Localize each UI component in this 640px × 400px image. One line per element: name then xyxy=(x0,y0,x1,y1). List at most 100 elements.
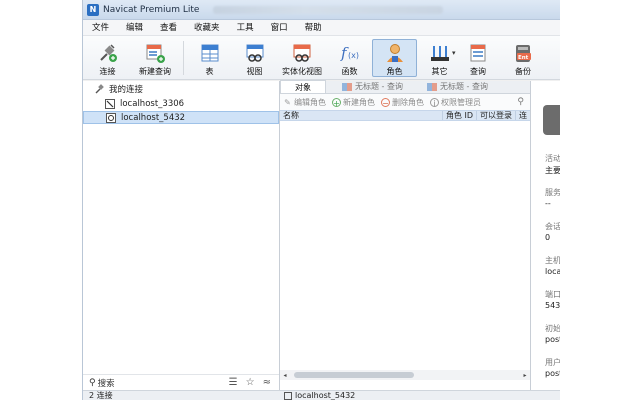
info-value-activity: 主要数 xyxy=(545,166,560,175)
connection-plug-icon xyxy=(95,83,104,93)
favorite-star-icon[interactable]: ☆ xyxy=(246,377,255,388)
connection-label: localhost_5432 xyxy=(121,112,186,123)
window-title: Navicat Premium Lite xyxy=(103,4,200,15)
toolbar-connect-button[interactable]: 连接 xyxy=(85,39,130,77)
toolbar-connect-label: 连接 xyxy=(99,67,116,76)
toolbar-new-query-button[interactable]: 新建查询 xyxy=(130,39,180,77)
tab-objects[interactable]: 对象 xyxy=(280,80,326,93)
info-label-host: 主机 xyxy=(545,256,560,265)
delete-role-label: 删除角色 xyxy=(392,97,424,107)
backup-icon: Ent xyxy=(512,42,534,64)
roles-grid-header: 名称 角色 ID 可以登录 连 xyxy=(280,110,530,121)
toolbar-view-label: 视图 xyxy=(246,67,263,76)
column-header-can-login[interactable]: 可以登录 xyxy=(477,111,516,120)
privilege-manager-button[interactable]: i 权限管理员 xyxy=(430,97,481,108)
pencil-icon: ✎ xyxy=(284,97,291,107)
status-connection-count: 2 连接 xyxy=(89,391,113,400)
tab-query-1[interactable]: 无标题 - 查询 xyxy=(334,80,411,93)
add-icon: + xyxy=(332,97,341,108)
menu-view[interactable]: 查看 xyxy=(157,20,185,36)
query-tab-icon xyxy=(342,82,352,91)
column-header-name[interactable]: 名称 xyxy=(280,111,443,120)
tab-objects-label: 对象 xyxy=(295,82,311,92)
info-value-port: 5432 xyxy=(545,301,560,310)
connection-navigator: 我的连接 localhost_3306 localhost_5432 ⚲ 搜索 … xyxy=(83,81,280,390)
search-icon: ⚲ xyxy=(89,377,96,388)
scroll-right-icon[interactable]: ▸ xyxy=(520,372,530,379)
object-area: 对象 无标题 - 查询 无标题 - 查询 ✎ 编辑角色 + 新建角色 − 删除角色 i… xyxy=(280,80,530,390)
toolbar-function-label: 函数 xyxy=(341,67,358,76)
scrollbar-thumb[interactable] xyxy=(294,372,414,378)
object-search-icon[interactable]: ⚲ xyxy=(517,97,524,107)
toolbar-backup-label: 备份 xyxy=(515,67,532,76)
scroll-left-icon[interactable]: ◂ xyxy=(280,372,290,379)
postgresql-connection-icon xyxy=(106,112,116,123)
info-label-initial: 初始 xyxy=(545,324,560,333)
collapse-icon[interactable]: ≈ xyxy=(263,377,271,388)
other-dropdown-arrow-icon[interactable]: ▾ xyxy=(452,49,456,57)
filter-icon[interactable]: ☰ xyxy=(229,377,238,388)
info-value-initial: post xyxy=(545,335,560,344)
mysql-connection-icon xyxy=(105,98,115,109)
role-icon xyxy=(384,42,406,64)
delete-role-button[interactable]: − 删除角色 xyxy=(381,97,424,108)
menu-help[interactable]: 帮助 xyxy=(302,20,330,36)
menu-edit[interactable]: 编辑 xyxy=(123,20,151,36)
tab-query-2[interactable]: 无标题 - 查询 xyxy=(419,80,496,93)
menu-bar: 文件 编辑 查看 收藏夹 工具 窗口 帮助 xyxy=(83,20,560,36)
navigator-search-label: 搜索 xyxy=(97,378,115,389)
menu-window[interactable]: 窗口 xyxy=(268,20,296,36)
toolbar-backup-button[interactable]: Ent 备份 xyxy=(501,39,546,77)
privilege-icon: i xyxy=(430,97,439,108)
column-header-role-id[interactable]: 角色 ID xyxy=(443,111,477,120)
horizontal-scrollbar[interactable]: ◂ ▸ xyxy=(280,370,530,380)
plug-icon xyxy=(97,42,119,64)
connection-item-mysql[interactable]: localhost_3306 xyxy=(83,97,279,110)
new-role-button[interactable]: + 新建角色 xyxy=(332,97,375,108)
connection-item-postgresql[interactable]: localhost_5432 xyxy=(83,111,279,124)
toolbar-view-button[interactable]: 视图 xyxy=(232,39,277,77)
info-value-host: local xyxy=(545,267,560,276)
info-label-server: 服务 xyxy=(545,188,560,197)
info-pane: 活动 主要数 服务 -- 会话 0 主机 local 端口 5432 初始 po… xyxy=(530,81,560,390)
toolbar-separator xyxy=(183,41,184,75)
table-icon xyxy=(199,42,221,64)
column-header-connection[interactable]: 连 xyxy=(516,111,530,120)
tab-bar: 对象 无标题 - 查询 无标题 - 查询 xyxy=(280,80,530,94)
object-toolbar: ✎ 编辑角色 + 新建角色 − 删除角色 i 权限管理员 ⚲ xyxy=(280,94,530,110)
navigator-search-bar[interactable]: ⚲ 搜索 ☰ ☆ ≈ xyxy=(83,374,279,390)
toolbar-function-button[interactable]: f (x) 函数 xyxy=(327,39,372,77)
edit-role-label: 编辑角色 xyxy=(294,97,326,107)
toolbar-query-button[interactable]: 查询 xyxy=(456,39,501,77)
edit-role-button[interactable]: ✎ 编辑角色 xyxy=(283,97,326,108)
view-icon xyxy=(244,42,266,64)
privilege-manager-label: 权限管理员 xyxy=(441,97,481,107)
materialized-view-icon xyxy=(291,42,313,64)
new-role-label: 新建角色 xyxy=(343,97,375,107)
menu-tools[interactable]: 工具 xyxy=(234,20,262,36)
menu-favorites[interactable]: 收藏夹 xyxy=(191,20,228,36)
info-value-server: -- xyxy=(545,199,551,208)
toolbar-table-label: 表 xyxy=(205,67,214,76)
query-tab-icon xyxy=(426,82,437,91)
title-bar[interactable]: N Navicat Premium Lite xyxy=(83,0,560,20)
postgresql-connection-icon xyxy=(284,391,292,400)
menu-file[interactable]: 文件 xyxy=(89,20,117,36)
status-current-connection: localhost_5432 xyxy=(280,391,355,400)
info-label-sessions: 会话 xyxy=(545,222,560,231)
status-bar: 2 连接 localhost_5432 xyxy=(83,390,560,400)
my-connections-label: 我的连接 xyxy=(109,84,144,95)
app-window: N Navicat Premium Lite 文件 编辑 查看 收藏夹 工具 窗… xyxy=(82,0,560,400)
toolbar-role-button[interactable]: 角色 xyxy=(372,39,417,77)
toolbar-materialized-view-button[interactable]: 实体化视图 xyxy=(277,39,327,77)
my-connections-group[interactable]: 我的连接 xyxy=(83,81,279,96)
status-connection-label: localhost_5432 xyxy=(295,391,356,400)
toolbar-materialized-view-label: 实体化视图 xyxy=(282,67,322,76)
info-label-port: 端口 xyxy=(545,290,560,299)
toolbar-role-label: 角色 xyxy=(386,67,403,76)
svg-text:Ent: Ent xyxy=(518,55,529,61)
svg-text:(x): (x) xyxy=(348,51,359,60)
navicat-app-icon: N xyxy=(87,3,99,16)
toolbar-table-button[interactable]: 表 xyxy=(187,39,232,77)
other-icon xyxy=(429,42,451,64)
